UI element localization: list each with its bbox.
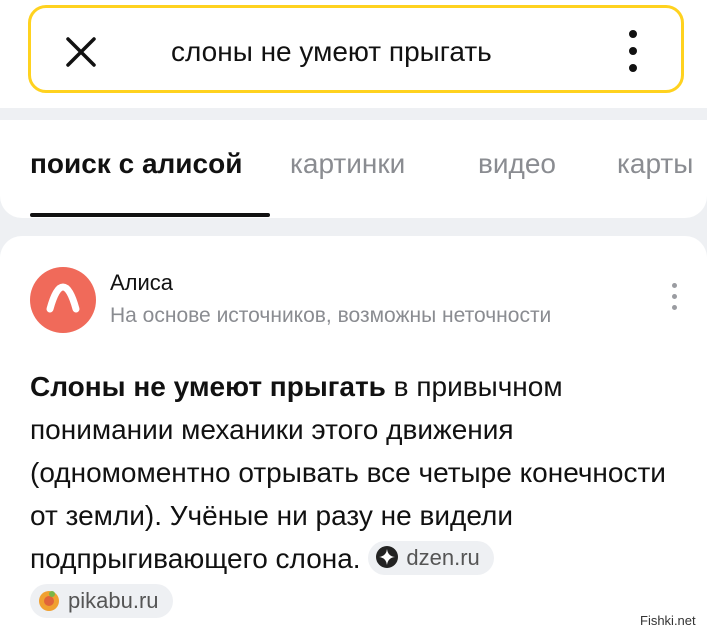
alisa-logo-icon (30, 267, 96, 333)
source-chip-pikabu[interactable]: pikabu.ru (30, 583, 173, 618)
source-name: Алиса (110, 270, 174, 295)
pikabu-icon (39, 590, 59, 611)
tab-video[interactable]: видео (478, 144, 556, 184)
source-chip-label: dzen.ru (406, 544, 480, 570)
watermark: Fishki.net (640, 613, 696, 628)
card-menu-icon[interactable] (668, 283, 680, 317)
top-bar: слоны не умеют прыгать (0, 0, 707, 108)
search-tabs: поиск с алисой картинки видео карты (0, 120, 707, 218)
tab-images[interactable]: картинки (290, 144, 405, 184)
search-box[interactable]: слоны не умеют прыгать (28, 5, 684, 93)
more-options-icon[interactable] (623, 30, 643, 76)
search-input[interactable]: слоны не умеют прыгать (171, 33, 492, 71)
source-chip-label: pikabu.ru (68, 587, 159, 613)
dzen-icon (376, 545, 399, 568)
source-chip-dzen[interactable]: dzen.ru (368, 540, 494, 575)
alisa-answer-card: Алиса На основе источников, возможны нет… (0, 236, 707, 633)
tab-alisa-search[interactable]: поиск с алисой (30, 144, 242, 184)
answer-text: Слоны не умеют прыгать в привычном поним… (30, 365, 690, 623)
close-icon[interactable] (64, 35, 98, 69)
answer-bold: Слоны не умеют прыгать (30, 371, 386, 402)
tab-maps[interactable]: карты (617, 144, 693, 184)
disclaimer-text: На основе источников, возможны неточност… (110, 304, 552, 327)
active-tab-indicator (30, 213, 270, 217)
